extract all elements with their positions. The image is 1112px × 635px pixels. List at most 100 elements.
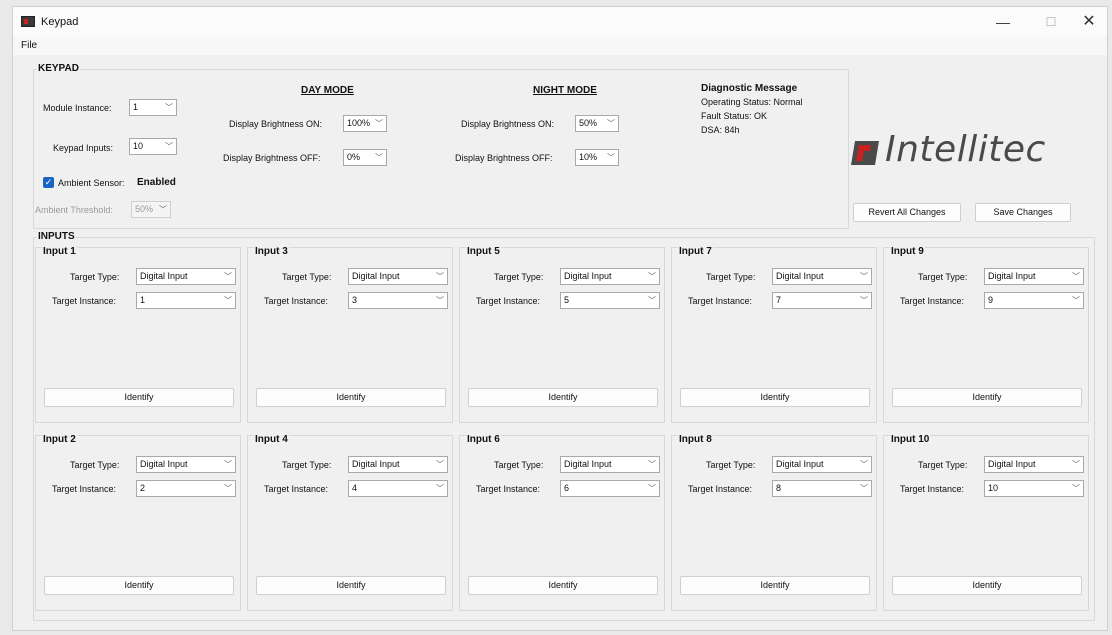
target-type-select[interactable]: Digital Input ﹀ [136,268,236,285]
menu-file[interactable]: File [21,40,37,51]
target-instance-select[interactable]: 4 ﹀ [348,480,448,497]
target-type-label: Target Type: [494,272,544,282]
module-instance-select[interactable]: 1 ﹀ [129,99,177,116]
module-instance-label: Module Instance: [43,103,112,113]
menu-bar: File [13,37,1107,55]
chevron-down-icon: ﹀ [1072,460,1080,469]
target-type-value: Digital Input [988,271,1036,281]
identify-button[interactable]: Identify [44,576,234,595]
identify-button[interactable]: Identify [892,388,1082,407]
target-type-label: Target Type: [282,460,332,470]
identify-button[interactable]: Identify [256,388,446,407]
chevron-down-icon: ﹀ [607,153,615,162]
target-instance-select[interactable]: 5 ﹀ [560,292,660,309]
input-title: Input 10 [890,434,931,445]
target-instance-label: Target Instance: [900,296,965,306]
ambient-threshold-label: Ambient Threshold: [35,205,113,215]
target-instance-select[interactable]: 3 ﹀ [348,292,448,309]
target-type-value: Digital Input [988,459,1036,469]
chevron-down-icon: ﹀ [224,484,232,493]
target-type-select[interactable]: Digital Input ﹀ [136,456,236,473]
identify-button[interactable]: Identify [468,388,658,407]
chevron-down-icon: ﹀ [648,484,656,493]
target-instance-value: 2 [140,483,146,493]
target-instance-label: Target Instance: [264,484,329,494]
target-type-value: Digital Input [352,271,400,281]
diagnostic-title: Diagnostic Message [701,83,798,94]
input-title: Input 4 [254,434,289,445]
target-type-select[interactable]: Digital Input ﹀ [560,268,660,285]
target-type-value: Digital Input [776,459,824,469]
ambient-sensor-checkbox[interactable]: ✓ [43,177,54,188]
chevron-down-icon: ﹀ [375,119,383,128]
target-type-select[interactable]: Digital Input ﹀ [772,456,872,473]
target-type-select[interactable]: Digital Input ﹀ [984,456,1084,473]
night-mode-title: NIGHT MODE [533,85,597,96]
chevron-down-icon: ﹀ [860,484,868,493]
target-type-value: Digital Input [776,271,824,281]
save-changes-button[interactable]: Save Changes [975,203,1071,222]
input-title: Input 7 [678,246,713,257]
input-title: Input 6 [466,434,501,445]
chevron-down-icon: ﹀ [165,142,173,151]
target-type-value: Digital Input [564,271,612,281]
module-instance-value: 1 [133,102,139,112]
identify-button[interactable]: Identify [44,388,234,407]
target-instance-value: 5 [564,295,570,305]
day-brightness-on-label: Display Brightness ON: [229,119,323,129]
identify-button[interactable]: Identify [468,576,658,595]
night-brightness-off-value: 10% [579,152,598,162]
chevron-down-icon: ﹀ [224,272,232,281]
day-brightness-on-value: 100% [347,118,371,128]
ambient-threshold-select: 50% ﹀ [131,201,171,218]
keypad-inputs-select[interactable]: 10 ﹀ [129,138,177,155]
target-instance-label: Target Instance: [52,296,117,306]
chevron-down-icon: ﹀ [159,205,167,214]
target-instance-select[interactable]: 6 ﹀ [560,480,660,497]
minimize-button[interactable]: — [983,11,1023,33]
target-type-select[interactable]: Digital Input ﹀ [560,456,660,473]
target-instance-select[interactable]: 8 ﹀ [772,480,872,497]
input-panel: Input 10 Target Type: Digital Input ﹀ Ta… [883,434,1089,611]
target-instance-select[interactable]: 1 ﹀ [136,292,236,309]
input-title: Input 5 [466,246,501,257]
day-brightness-off-label: Display Brightness OFF: [223,153,321,163]
target-type-select[interactable]: Digital Input ﹀ [348,268,448,285]
target-instance-value: 1 [140,295,146,305]
day-brightness-on-select[interactable]: 100% ﹀ [343,115,387,132]
day-brightness-off-select[interactable]: 0% ﹀ [343,149,387,166]
target-instance-select[interactable]: 2 ﹀ [136,480,236,497]
window-title: Keypad [41,16,79,28]
identify-button[interactable]: Identify [680,576,870,595]
title-bar: Keypad — ☐ ✕ [13,7,1107,37]
chevron-down-icon: ﹀ [648,296,656,305]
target-type-label: Target Type: [70,460,120,470]
target-instance-select[interactable]: 10 ﹀ [984,480,1084,497]
target-instance-label: Target Instance: [476,484,541,494]
target-type-select[interactable]: Digital Input ﹀ [348,456,448,473]
keypad-inputs-label: Keypad Inputs: [53,143,114,153]
target-instance-value: 7 [776,295,782,305]
intellitec-logo: Intellitec [851,129,1081,173]
chevron-down-icon: ﹀ [1072,296,1080,305]
target-instance-label: Target Instance: [688,484,753,494]
identify-button[interactable]: Identify [892,576,1082,595]
target-instance-select[interactable]: 7 ﹀ [772,292,872,309]
input-panel: Input 8 Target Type: Digital Input ﹀ Tar… [671,434,877,611]
maximize-button[interactable]: ☐ [1031,11,1071,33]
target-type-label: Target Type: [70,272,120,282]
dsa-status: DSA: 84h [701,125,740,135]
target-instance-select[interactable]: 9 ﹀ [984,292,1084,309]
identify-button[interactable]: Identify [680,388,870,407]
target-type-select[interactable]: Digital Input ﹀ [772,268,872,285]
inputs-group-label: INPUTS [37,231,76,242]
identify-button[interactable]: Identify [256,576,446,595]
close-button[interactable]: ✕ [1069,11,1109,33]
target-type-select[interactable]: Digital Input ﹀ [984,268,1084,285]
input-title: Input 3 [254,246,289,257]
night-brightness-on-select[interactable]: 50% ﹀ [575,115,619,132]
chevron-down-icon: ﹀ [1072,484,1080,493]
chevron-down-icon: ﹀ [648,460,656,469]
revert-all-changes-button[interactable]: Revert All Changes [853,203,961,222]
night-brightness-off-select[interactable]: 10% ﹀ [575,149,619,166]
